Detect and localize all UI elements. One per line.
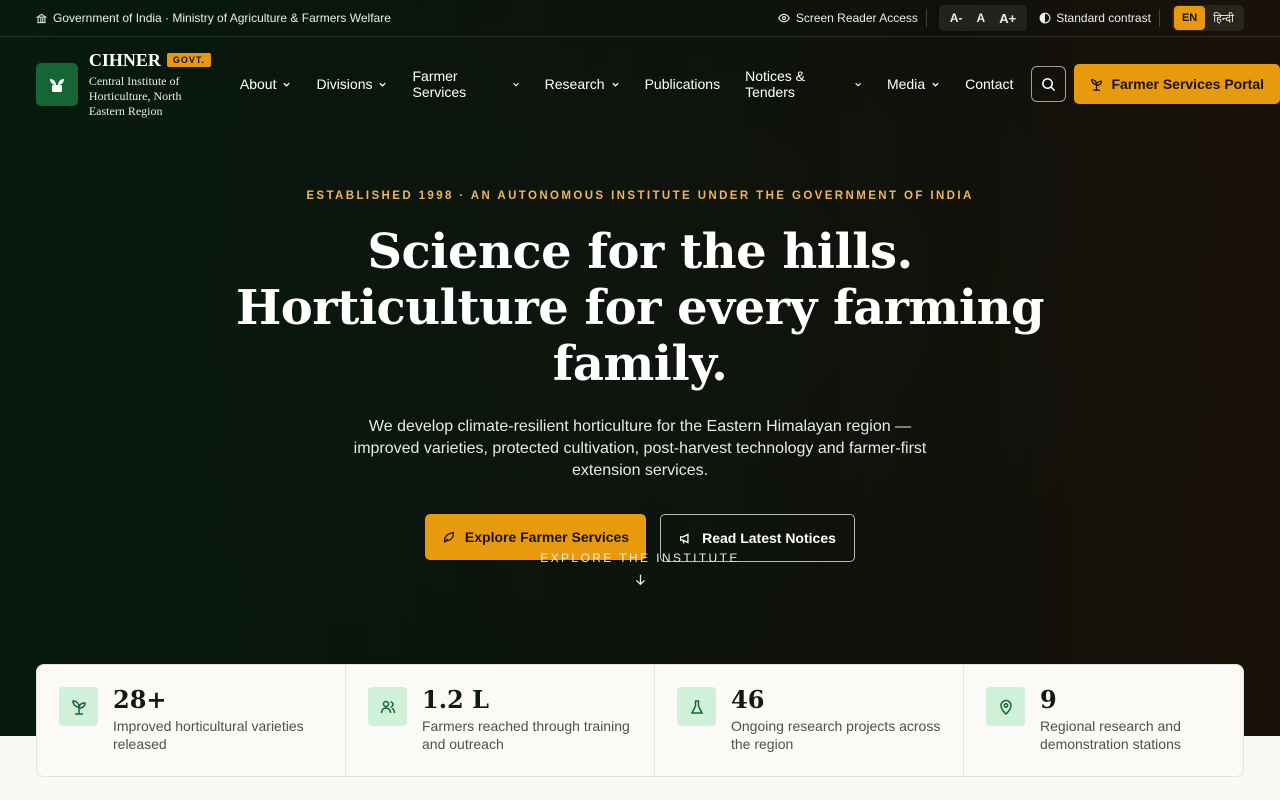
sprout-icon [71, 699, 86, 715]
brand-name: CIHNER [88, 49, 161, 70]
language-switcher: EN हिन्दी [1171, 5, 1244, 31]
stat-value: 1.2 L [422, 685, 489, 714]
nav-label: Divisions [316, 76, 373, 92]
nav-item-farmer-services[interactable]: Farmer Services [412, 68, 519, 100]
nav-label: Contact [965, 76, 1014, 92]
stat-icon-box [59, 687, 98, 726]
font-decrease-button[interactable]: A- [943, 11, 970, 25]
stat-label: Improved horticultural varieties release… [113, 718, 304, 752]
contrast-icon [1039, 12, 1051, 24]
arrow-down-icon [635, 574, 645, 586]
nav-label: Research [544, 76, 605, 92]
nav-item-publications[interactable]: Publications [645, 76, 721, 92]
nav-item-notices-tenders[interactable]: Notices & Tenders [745, 68, 862, 100]
sprout-icon [1091, 78, 1103, 91]
contrast-label: Standard contrast [1056, 11, 1151, 25]
ministry-info: Government of India · Ministry of Agricu… [36, 11, 391, 25]
nav-label: Media [886, 76, 926, 92]
plant-logo-icon [49, 79, 64, 92]
government-building-icon [36, 13, 47, 23]
chevron-down-icon [855, 82, 861, 87]
lang-en-button[interactable]: EN [1173, 6, 1206, 30]
utility-bar: Government of India · Ministry of Agricu… [0, 0, 1280, 37]
stat-label: Regional research and demonstration stat… [1040, 718, 1181, 752]
chevron-down-icon [512, 82, 519, 87]
explore-institute-link[interactable]: EXPLORE THE INSTITUTE [0, 551, 1280, 586]
nav-label: Publications [644, 76, 721, 92]
font-increase-button[interactable]: A+ [992, 11, 1023, 26]
contrast-toggle[interactable]: Standard contrast [1039, 11, 1151, 25]
nav-item-about[interactable]: About [240, 76, 292, 92]
chevron-down-icon [379, 82, 387, 87]
stats-bar: 28+ Improved horticultural varieties rel… [36, 664, 1244, 777]
search-icon [1042, 77, 1056, 91]
users-icon [380, 700, 395, 713]
chevron-down-icon [283, 82, 291, 87]
stat-card: 28+ Improved horticultural varieties rel… [37, 665, 346, 776]
divider [1158, 9, 1160, 27]
stat-icon-box [986, 687, 1025, 726]
nav-label: Farmer Services [412, 68, 467, 100]
font-size-controls: A- A A+ [938, 5, 1028, 31]
govt-badge: GOVT. [166, 53, 211, 67]
map-pin-icon [999, 699, 1012, 715]
nav-item-research[interactable]: Research [545, 76, 620, 92]
logo[interactable] [36, 62, 78, 106]
nav-item-media[interactable]: Media [887, 76, 940, 92]
screen-reader-link[interactable]: Screen Reader Access [777, 11, 918, 25]
main-nav: About Divisions Farmer Services Research… [240, 68, 1039, 100]
megaphone-icon [680, 532, 689, 544]
farmer-portal-button[interactable]: Farmer Services Portal [1074, 64, 1280, 104]
stat-icon-box [677, 687, 716, 726]
font-default-button[interactable]: A [970, 11, 993, 25]
explore-label: EXPLORE THE INSTITUTE [540, 551, 740, 565]
hero-eyebrow: ESTABLISHED 1998 · AN AUTONOMOUS INSTITU… [306, 190, 974, 202]
lang-hi-button[interactable]: हिन्दी [1205, 6, 1242, 30]
flask-icon [690, 699, 703, 714]
screen-reader-label: Screen Reader Access [795, 11, 918, 25]
nav-item-contact[interactable]: Contact [965, 76, 1013, 92]
brand[interactable]: CIHNER GOVT. Central Institute of Hortic… [89, 50, 211, 119]
leaf-icon [443, 531, 454, 543]
search-button[interactable] [1031, 66, 1067, 102]
ministry-text: Government of India · Ministry of Agricu… [53, 11, 391, 25]
primary-cta-label: Explore Farmer Services [464, 529, 630, 545]
hero-headline: Science for the hills. Horticulture for … [235, 224, 1045, 392]
nav-label: Notices & Tenders [745, 68, 805, 100]
hero-subtext: We develop climate-resilient horticultur… [353, 418, 927, 479]
chevron-down-icon [611, 82, 619, 87]
stat-card: 46 Ongoing research projects across the … [655, 665, 964, 776]
nav-item-divisions[interactable]: Divisions [316, 76, 387, 92]
stat-icon-box [368, 687, 407, 726]
secondary-cta-label: Read Latest Notices [702, 530, 836, 546]
hero-section: ESTABLISHED 1998 · AN AUTONOMOUS INSTITU… [0, 190, 1280, 562]
site-header: CIHNER GOVT. Central Institute of Hortic… [36, 37, 1280, 131]
eye-icon [777, 13, 790, 23]
nav-label: About [239, 76, 277, 92]
stat-value: 9 [1040, 685, 1057, 714]
stat-card: 1.2 L Farmers reached through training a… [346, 665, 655, 776]
chevron-down-icon [932, 82, 939, 87]
stat-label: Ongoing research projects across the reg… [731, 718, 941, 752]
portal-label: Farmer Services Portal [1111, 76, 1264, 92]
stat-value: 28+ [113, 685, 167, 714]
brand-subtitle: Central Institute of Horticulture, North… [88, 73, 182, 118]
stat-value: 46 [731, 685, 765, 714]
divider [925, 9, 927, 27]
stat-label: Farmers reached through training and out… [422, 718, 630, 752]
stat-card: 9 Regional research and demonstration st… [964, 665, 1272, 776]
